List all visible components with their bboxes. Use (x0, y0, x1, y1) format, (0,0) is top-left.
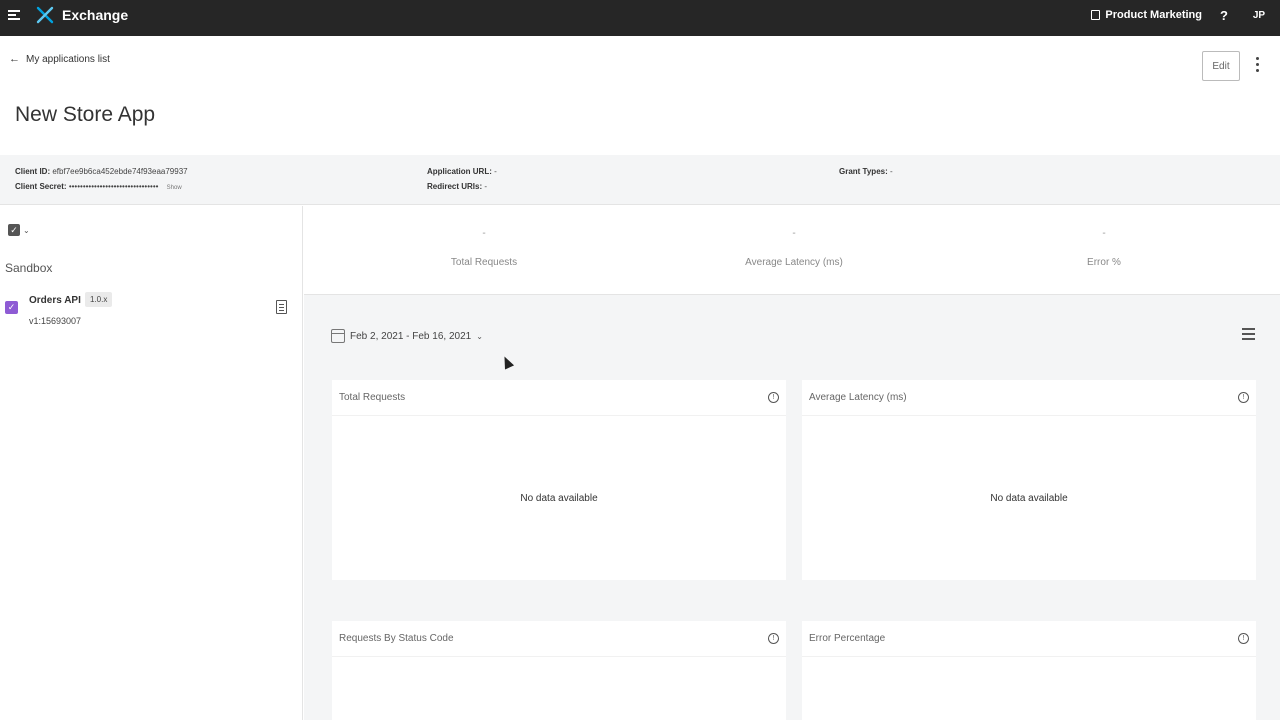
client-secret-value: •••••••••••••••••••••••••••••••• (68, 182, 159, 191)
client-secret-row: Client Secret: •••••••••••••••••••••••••… (15, 182, 182, 191)
metric-label: Total Requests (450, 257, 518, 268)
grant-types-value: - (889, 167, 893, 176)
chevron-down-icon: ⌄ (476, 331, 483, 341)
checkbox-checked-icon: ✓ (8, 224, 20, 236)
card-title: Error Percentage (809, 633, 886, 644)
chart-card-requests-by-status: Requests By Status Code ! (332, 621, 786, 720)
api-version-badge: 1.0.x (85, 292, 113, 307)
analytics-panel: - Total Requests - Average Latency (ms) … (304, 206, 1280, 720)
metric-average-latency: - Average Latency (ms) (694, 228, 894, 268)
api-name[interactable]: Orders API (29, 295, 81, 306)
card-header: Error Percentage ! (802, 621, 1256, 657)
calendar-icon (331, 329, 345, 343)
grant-types-label: Grant Types: (839, 167, 888, 176)
select-all-dropdown[interactable]: ✓ ⌄ (8, 224, 30, 236)
info-icon[interactable]: ! (768, 392, 779, 403)
org-switcher[interactable]: Product Marketing (1091, 9, 1202, 21)
date-range-picker[interactable]: Feb 2, 2021 - Feb 16, 2021 ⌄ (331, 329, 483, 343)
client-id-label: Client ID: (15, 167, 51, 176)
back-to-applications-link[interactable]: ← My applications list (9, 53, 110, 65)
environment-label: Sandbox (5, 261, 53, 275)
document-icon[interactable] (276, 300, 287, 314)
chart-card-error-percentage: Error Percentage ! (802, 621, 1256, 720)
list-menu-icon[interactable] (1242, 328, 1255, 340)
summary-metrics: - Total Requests - Average Latency (ms) … (304, 206, 1280, 295)
redirect-uris-value: - (484, 182, 488, 191)
client-secret-label: Client Secret: (15, 182, 67, 191)
no-data-message: No data available (520, 493, 598, 504)
application-url-row: Application URL: - (427, 167, 497, 176)
card-title: Average Latency (ms) (809, 392, 907, 403)
metric-value: - (482, 228, 486, 239)
mouse-cursor-icon (499, 354, 515, 370)
metric-total-requests: - Total Requests (384, 228, 584, 268)
no-data-message: No data available (990, 493, 1068, 504)
grant-types-row: Grant Types: - (839, 167, 893, 176)
redirect-uris-label: Redirect URIs: (427, 182, 483, 191)
metric-label: Average Latency (ms) (745, 257, 843, 268)
info-icon[interactable]: ! (1238, 392, 1249, 403)
page-title: New Store App (15, 103, 156, 126)
credentials-strip: Client ID: efbf7ee9b6ca452ebde74f93eaa79… (0, 155, 1280, 205)
arrow-left-icon: ← (9, 53, 20, 65)
api-instance-id: v1:15693007 (29, 316, 82, 326)
edit-button[interactable]: Edit (1202, 51, 1240, 81)
redirect-uris-row: Redirect URIs: - (427, 182, 487, 191)
org-name: Product Marketing (1105, 9, 1202, 21)
top-navigation-bar: Exchange Product Marketing ? JP (0, 0, 1280, 36)
app-name[interactable]: Exchange (62, 7, 128, 23)
exchange-logo-icon (36, 6, 54, 24)
card-title: Requests By Status Code (339, 633, 454, 644)
menu-icon[interactable] (8, 9, 22, 23)
back-link-label: My applications list (26, 53, 110, 65)
date-range-label: Feb 2, 2021 - Feb 16, 2021 (350, 330, 472, 342)
user-avatar[interactable]: JP (1248, 5, 1270, 27)
card-title: Total Requests (339, 392, 406, 403)
help-icon[interactable]: ? (1214, 6, 1234, 26)
metric-label: Error % (1087, 257, 1121, 268)
api-sidebar: ✓ ⌄ Sandbox ✓ Orders API 1.0.x v1:156930… (0, 206, 303, 720)
info-icon[interactable]: ! (1238, 633, 1249, 644)
application-url-label: Application URL: (427, 167, 492, 176)
card-header: Total Requests ! (332, 380, 786, 416)
chart-card-average-latency: Average Latency (ms) ! No data available (802, 380, 1256, 580)
building-icon (1091, 10, 1101, 20)
more-options-icon[interactable] (1252, 57, 1262, 77)
metric-value: - (1102, 228, 1106, 239)
info-icon[interactable]: ! (768, 633, 779, 644)
client-id-row: Client ID: efbf7ee9b6ca452ebde74f93eaa79… (15, 167, 188, 176)
chevron-down-icon: ⌄ (23, 225, 30, 235)
client-id-value: efbf7ee9b6ca452ebde74f93eaa79937 (52, 167, 188, 176)
chart-card-total-requests: Total Requests ! No data available (332, 380, 786, 580)
orders-api-checkbox[interactable]: ✓ (5, 301, 18, 314)
metric-error-percent: - Error % (1004, 228, 1204, 268)
show-secret-link[interactable]: Show (167, 185, 182, 191)
metric-value: - (792, 228, 796, 239)
card-header: Average Latency (ms) ! (802, 380, 1256, 416)
card-header: Requests By Status Code ! (332, 621, 786, 657)
application-url-value: - (494, 167, 497, 176)
